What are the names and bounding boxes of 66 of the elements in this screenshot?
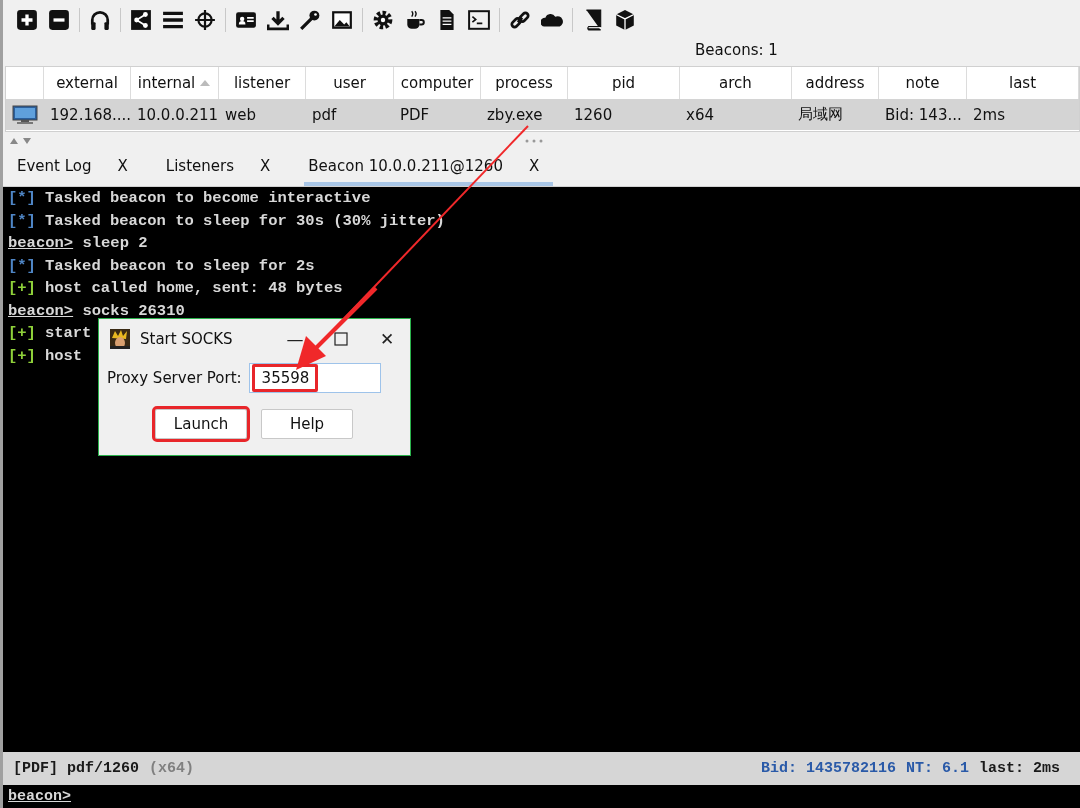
console-line: Tasked beacon to become interactive	[44, 188, 371, 209]
image-icon[interactable]	[331, 9, 353, 31]
table-cell-text: zby.exe	[486, 105, 544, 124]
table-cell-text: PDF	[399, 105, 431, 124]
minimize-button[interactable]: —	[272, 324, 318, 354]
download-icon[interactable]	[267, 9, 289, 31]
status-text: [PDF] pdf/1260	[13, 760, 140, 777]
key-icon[interactable]	[299, 9, 321, 31]
status-text: (x64)	[149, 760, 195, 777]
console-line: host called home, sent: 48 bytes	[44, 278, 343, 299]
prompt-label: beacon>	[8, 788, 71, 805]
table-cell-text: Bid: 143...	[884, 105, 963, 124]
list-icon[interactable]	[162, 9, 184, 31]
tab-close-button[interactable]: X	[117, 157, 128, 175]
minus-icon[interactable]	[48, 9, 70, 31]
console-line: Tasked beacon to sleep for 2s	[44, 255, 315, 277]
command-text: sleep 2	[81, 233, 148, 254]
table-cell-text: pdf	[311, 105, 338, 124]
gear-icon[interactable]	[372, 9, 394, 31]
monitor-icon	[12, 104, 38, 125]
command-input[interactable]: beacon>	[3, 785, 1080, 808]
status-text: Bid: 1435782116	[760, 760, 896, 777]
prompt-label: beacon>	[8, 233, 74, 254]
table-cell-text: 1260	[573, 105, 614, 124]
prompt-label: beacon>	[8, 300, 74, 322]
plus-icon[interactable]	[16, 9, 38, 31]
collapse-arrows-icon[interactable]	[9, 136, 33, 146]
field-label: Proxy Server Port:	[107, 369, 242, 387]
beacon-count: Beacons: 1	[695, 41, 778, 61]
table-cell-text: web	[224, 105, 258, 124]
port-field[interactable]: 35598	[248, 363, 381, 393]
table-cell-text: 192.168....	[49, 105, 131, 124]
close-button[interactable]: ✕	[364, 324, 410, 354]
console-line: host	[44, 345, 83, 367]
status-mark: [+]	[8, 323, 36, 344]
status-mark: [+]	[8, 345, 36, 367]
tab[interactable]: Event Log X	[13, 150, 142, 186]
tab-close-button[interactable]: X	[528, 157, 540, 175]
share-icon[interactable]	[130, 9, 152, 31]
console-line: start	[44, 323, 92, 344]
tab[interactable]: Listeners X	[161, 150, 285, 186]
link-icon[interactable]	[509, 9, 531, 31]
table-cell-text: 2ms	[972, 105, 1006, 124]
coffee-cup-icon[interactable]	[404, 9, 426, 31]
table-cell-text: 局域网	[797, 105, 844, 124]
table-cell-text: 10.0.0.211	[136, 105, 219, 124]
status-mark: [*]	[8, 188, 36, 209]
terminal-icon[interactable]	[468, 9, 490, 31]
status-mark: [*]	[8, 210, 36, 232]
status-text: NT: 6.1	[905, 760, 969, 777]
status-mark: [+]	[8, 278, 36, 299]
command-text: socks 26310	[81, 300, 185, 322]
tab-close-button[interactable]: X	[260, 157, 271, 175]
splitter-grip-icon[interactable]	[525, 139, 543, 143]
crosshair-icon[interactable]	[194, 9, 216, 31]
table-row[interactable]: 192.168.... 10.0.0.211 web pdf PDF zby.exe 1260 x64 局域网 Bid: 143... 2ms	[6, 99, 1079, 130]
status-mark: [*]	[8, 255, 36, 277]
cube-icon[interactable]	[614, 9, 636, 31]
status-text: last: 2ms	[979, 760, 1060, 777]
id-card-icon[interactable]	[235, 9, 257, 31]
maximize-icon	[334, 332, 348, 346]
dialog-title: Start SOCKS	[140, 330, 234, 348]
headphones-icon[interactable]	[89, 9, 111, 31]
dialog-button[interactable]: Help	[261, 409, 353, 439]
table-cell-text: x64	[685, 105, 715, 124]
dialog-button[interactable]: Launch	[155, 409, 247, 439]
